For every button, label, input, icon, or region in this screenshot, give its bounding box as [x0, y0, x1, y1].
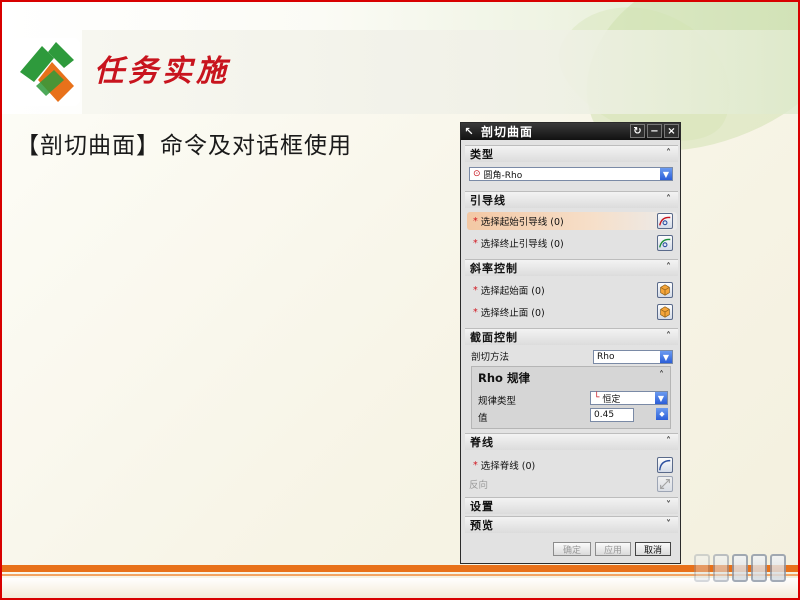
dialog-app-icon: ↖: [464, 125, 474, 138]
select-end-guide[interactable]: * 选择终止引导线 (0): [467, 234, 677, 252]
section-preview-header[interactable]: 预览 ˅: [465, 516, 678, 533]
type-value: 圆角-Rho: [483, 170, 523, 181]
value-label: 值: [478, 413, 488, 424]
section-surface-dialog: ↖ 剖切曲面 ↻ − × 类型 ˄ ⊙ 圆角-Rho ▼ 引导线 ˄ * 选择起…: [460, 122, 681, 564]
reverse-label: 反向: [469, 480, 489, 491]
close-icon[interactable]: ×: [664, 124, 679, 138]
nav-square[interactable]: [751, 554, 767, 582]
dialog-title: 剖切曲面: [481, 125, 534, 139]
nav-square[interactable]: [770, 554, 786, 582]
required-marker: *: [473, 459, 478, 471]
method-value: Rho: [597, 352, 615, 362]
rho-law-panel: Rho 规律 ˄ 规律类型 └ 恒定 ▼ 值 0.45 ◆: [471, 366, 671, 429]
collapse-chevron-icon[interactable]: ˄: [659, 370, 664, 381]
section-label: 引导线: [470, 194, 506, 207]
bottom-accent-line: [2, 574, 798, 576]
chevron-down-icon: ▼: [660, 168, 672, 180]
select-spine[interactable]: * 选择脊线 (0): [467, 456, 677, 474]
ok-button[interactable]: 确定: [553, 542, 591, 556]
law-type-value: 恒定: [602, 394, 621, 405]
chevron-down-icon: ▼: [660, 351, 672, 363]
required-marker: *: [473, 284, 478, 296]
section-label: 预览: [470, 519, 494, 532]
select-start-face[interactable]: * 选择起始面 (0): [467, 281, 677, 299]
select-start-guide[interactable]: * 选择起始引导线 (0): [467, 212, 677, 230]
type-dropdown[interactable]: ⊙ 圆角-Rho ▼: [469, 167, 673, 181]
footer-band: [2, 578, 798, 598]
curve-select-icon[interactable]: [657, 457, 673, 473]
chevron-down-icon: ▼: [655, 392, 667, 404]
collapse-chevron-icon: ˄: [666, 331, 672, 342]
law-type-dropdown[interactable]: └ 恒定 ▼: [590, 391, 668, 405]
nav-square[interactable]: [713, 554, 729, 582]
select-end-face-label: 选择终止面 (0): [480, 308, 545, 319]
expand-chevron-icon: ˅: [666, 500, 672, 511]
dialog-titlebar[interactable]: ↖ 剖切曲面 ↻ − ×: [461, 123, 680, 140]
cancel-button[interactable]: 取消: [635, 542, 671, 556]
select-end-face[interactable]: * 选择终止面 (0): [467, 303, 677, 321]
select-start-face-label: 选择起始面 (0): [480, 286, 545, 297]
expand-chevron-icon: ˅: [666, 519, 672, 530]
required-marker: *: [473, 215, 478, 227]
slide-title: 任务实施: [94, 54, 230, 89]
rho-law-title: Rho 规律: [478, 371, 530, 385]
method-label: 剖切方法: [471, 352, 510, 363]
section-label: 脊线: [470, 436, 494, 449]
section-label: 设置: [470, 500, 494, 513]
section-guides-header[interactable]: 引导线 ˄: [465, 191, 678, 208]
section-spine-header[interactable]: 脊线 ˄: [465, 433, 678, 450]
required-marker: *: [473, 306, 478, 318]
section-control-header[interactable]: 截面控制 ˄: [465, 328, 678, 345]
collapse-chevron-icon: ˄: [666, 436, 672, 447]
minimize-icon[interactable]: −: [647, 124, 662, 138]
constant-law-icon: └: [594, 393, 600, 403]
slide: 任务实施 【剖切曲面】命令及对话框使用 ↖ 剖切曲面 ↻ − × 类型 ˄ ⊙ …: [0, 0, 800, 600]
reverse-direction-icon[interactable]: [657, 476, 673, 492]
method-dropdown[interactable]: Rho ▼: [593, 350, 673, 364]
collapse-chevron-icon: ˄: [666, 148, 672, 159]
section-slope-header[interactable]: 斜率控制 ˄: [465, 259, 678, 276]
nav-square[interactable]: [732, 554, 748, 582]
apply-button[interactable]: 应用: [595, 542, 631, 556]
rho-value-input[interactable]: 0.45: [590, 408, 634, 422]
select-end-guide-label: 选择终止引导线 (0): [480, 239, 564, 250]
nav-square[interactable]: [694, 554, 710, 582]
section-label: 类型: [470, 148, 494, 161]
section-label: 截面控制: [470, 331, 518, 344]
logo-icon: [14, 38, 80, 106]
curve-select-icon[interactable]: [657, 213, 673, 229]
select-start-guide-label: 选择起始引导线 (0): [480, 217, 564, 228]
law-type-label: 规律类型: [478, 396, 517, 407]
reset-icon[interactable]: ↻: [630, 124, 645, 138]
select-spine-label: 选择脊线 (0): [480, 461, 536, 472]
collapse-chevron-icon: ˄: [666, 194, 672, 205]
value-options-icon[interactable]: ◆: [656, 408, 668, 420]
curve-select-icon[interactable]: [657, 235, 673, 251]
section-type-header[interactable]: 类型 ˄: [465, 145, 678, 162]
section-settings-header[interactable]: 设置 ˅: [465, 497, 678, 514]
bottom-accent-bar: [2, 565, 798, 572]
face-select-icon[interactable]: [657, 282, 673, 298]
section-label: 斜率控制: [470, 262, 518, 275]
collapse-chevron-icon: ˄: [666, 262, 672, 273]
rho-value: 0.45: [594, 410, 615, 420]
reverse-row: 反向: [467, 475, 677, 493]
slide-nav: [694, 554, 786, 582]
slide-subtitle: 【剖切曲面】命令及对话框使用: [16, 133, 352, 159]
face-select-icon[interactable]: [657, 304, 673, 320]
required-marker: *: [473, 237, 478, 249]
fillet-type-icon: ⊙: [473, 169, 481, 179]
